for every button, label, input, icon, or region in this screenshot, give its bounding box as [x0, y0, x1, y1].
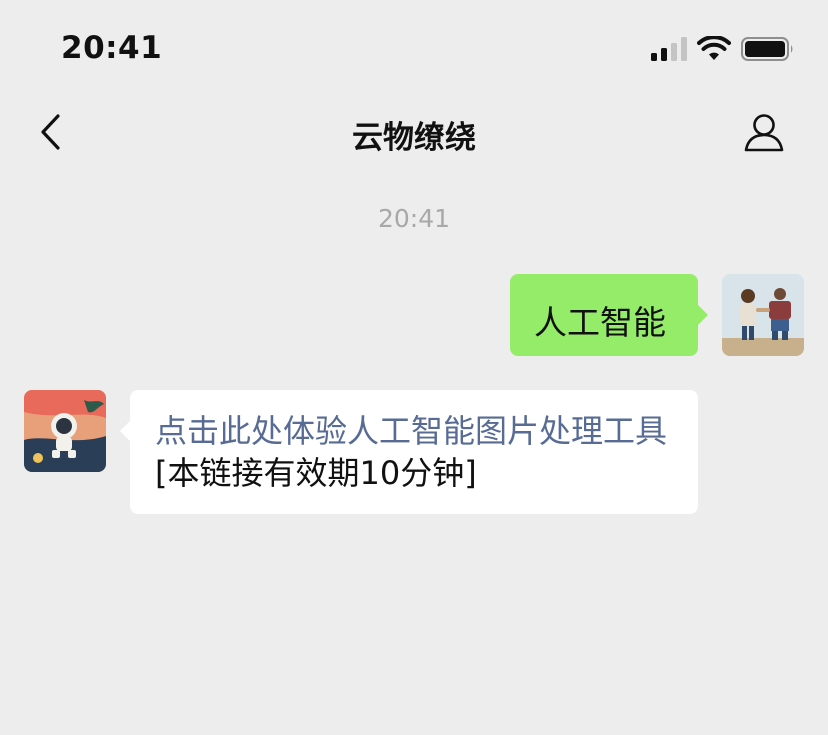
person-icon [740, 114, 788, 160]
status-bar: 20:41 [0, 0, 828, 96]
avatar-self[interactable] [722, 274, 804, 356]
chat-timestamp: 20:41 [377, 204, 451, 233]
message-suffix-text: [本链接有效期10分钟] [155, 454, 477, 492]
message-link[interactable]: 点击此处体验人工智能图片处理工具 [155, 412, 667, 450]
wifi-icon [697, 35, 731, 62]
nav-bar: 云物缭绕 [0, 96, 828, 170]
avatar-other[interactable] [24, 390, 106, 472]
chat-title: 云物缭绕 [352, 120, 476, 156]
battery-icon [741, 37, 795, 61]
signal-icon [651, 37, 687, 61]
message-bubble-self[interactable]: 人工智能 [510, 274, 708, 356]
profile-button[interactable] [740, 110, 788, 156]
message-bubble-other: 点击此处体验人工智能图片处理工具 [本链接有效期10分钟] [120, 390, 698, 514]
status-time: 20:41 [61, 30, 163, 66]
